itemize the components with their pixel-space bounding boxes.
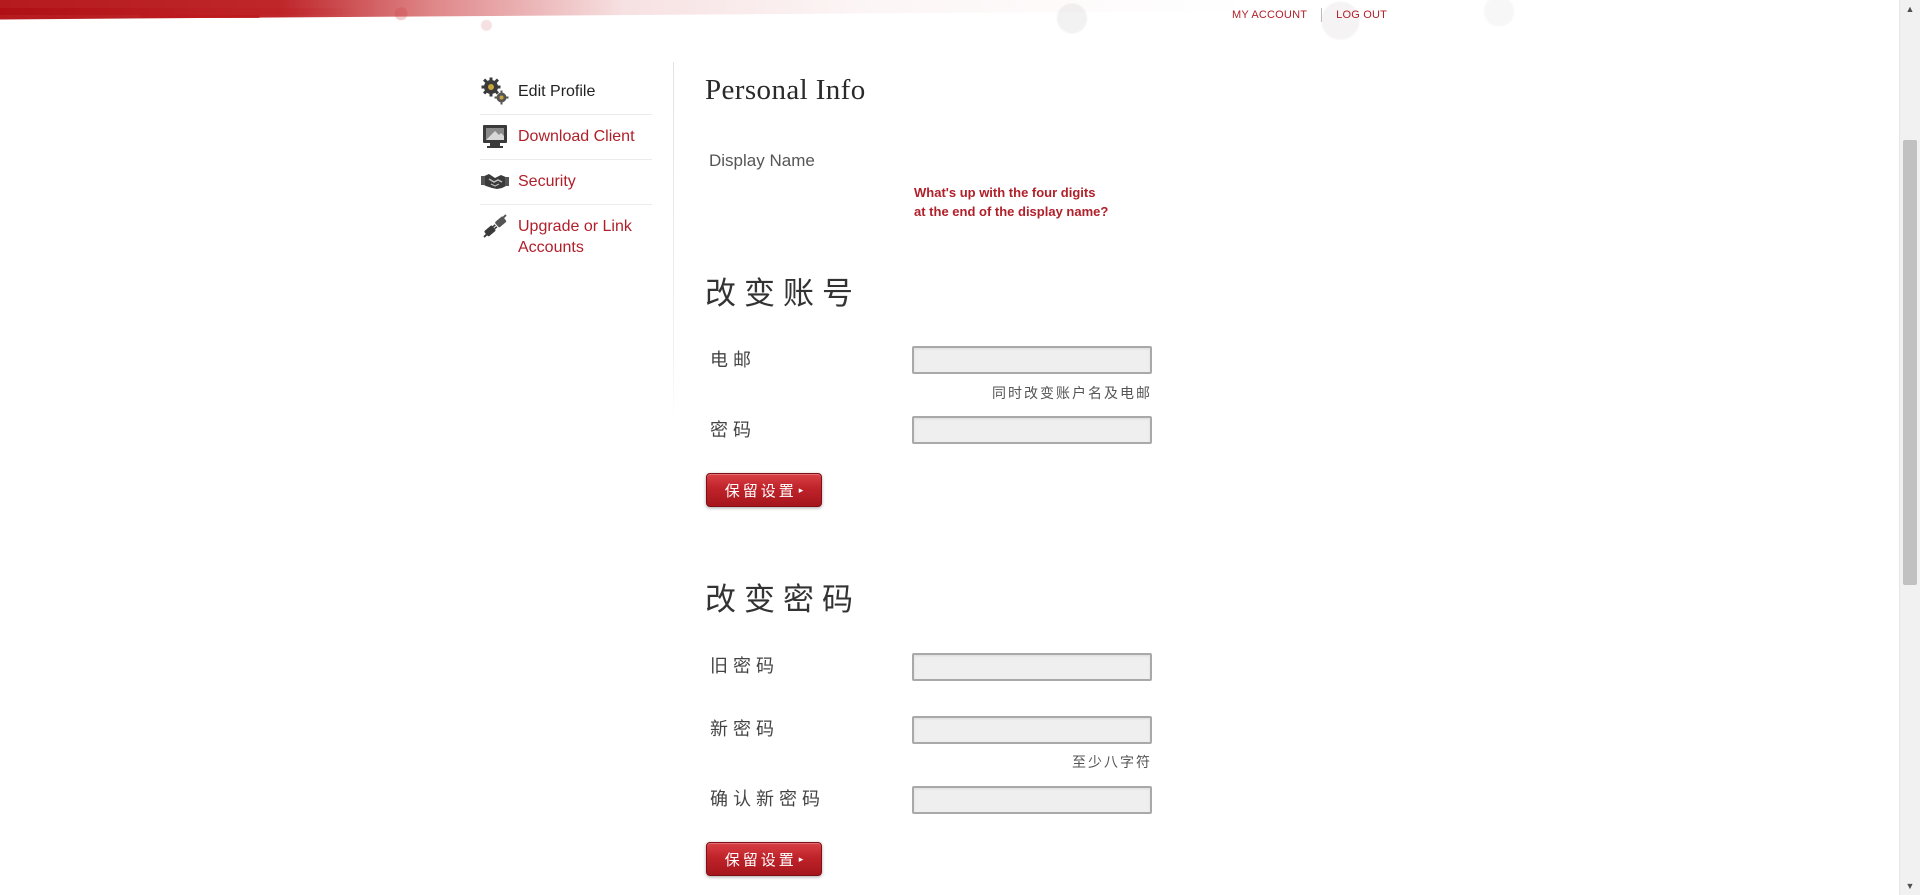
brush-streak [140,15,260,18]
confirm-password-field[interactable] [912,786,1152,814]
old-password-field[interactable] [912,653,1152,681]
new-password-field[interactable] [912,716,1152,744]
sidebar-item-security[interactable]: Security [480,160,652,205]
email-hint: 同时改变账户名及电邮 [992,385,1152,401]
save-account-button[interactable]: 保留设置 ▸ [706,473,822,507]
sidebar-item-download-client[interactable]: Download Client [480,115,652,160]
arrow-right-icon: ▸ [798,853,804,864]
linked-plugs-icon [483,214,507,238]
scroll-thumb[interactable] [1903,140,1917,585]
sidebar-item-label: Edit Profile [518,83,596,100]
handshake-icon [481,174,509,189]
sidebar-item-label: Security [518,173,576,190]
save-button-label: 保留设置 [724,851,797,869]
help-link-line: What's up with the four digits [914,185,1096,200]
save-password-button[interactable]: 保留设置 ▸ [706,842,822,876]
scroll-down-arrow-icon[interactable]: ▼ [1900,877,1920,895]
personal-info-title: Personal Info [705,74,866,106]
arrow-right-icon: ▸ [798,484,804,495]
monitor-download-icon [483,125,507,148]
sidebar-item-upgrade-link[interactable]: Upgrade or Link Accounts [480,205,652,266]
gears-icon [481,77,509,105]
email-field[interactable] [912,346,1152,374]
new-password-label: 新密码 [710,719,779,739]
display-name-label: Display Name [709,151,815,170]
sidebar-item-label: Download Client [518,128,635,145]
page: MY ACCOUNT LOG OUT Edit Profile Download… [0,0,1920,895]
brush-streak [0,8,360,15]
sidebar-divider [673,62,674,422]
new-password-hint: 至少八字符 [1072,754,1152,770]
sidebar: Edit Profile Download Client Security Up… [480,70,652,266]
sidebar-item-edit-profile[interactable]: Edit Profile [480,70,652,115]
confirm-password-label: 确认新密码 [710,789,825,809]
scroll-up-arrow-icon[interactable]: ▲ [1900,0,1920,18]
save-button-label: 保留设置 [724,482,797,500]
change-account-title: 改变账号 [705,276,861,312]
email-label: 电邮 [710,350,756,370]
password-field[interactable] [912,416,1152,444]
sidebar-item-label: Upgrade or Link Accounts [518,218,632,256]
old-password-label: 旧密码 [710,656,779,676]
help-link-line: at the end of the display name? [914,204,1109,219]
display-name-help-link[interactable]: What's up with the four digits at the en… [914,183,1134,221]
vertical-scrollbar[interactable]: ▲ ▼ [1899,0,1920,895]
password-label: 密码 [710,420,756,440]
change-password-title: 改变密码 [705,582,861,618]
main-content: Personal Info Display Name What's up wit… [705,0,1505,895]
